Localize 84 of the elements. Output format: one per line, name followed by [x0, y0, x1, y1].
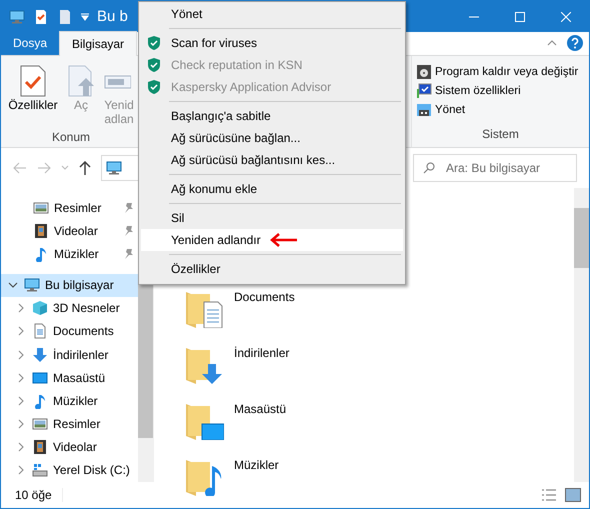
search-icon: [423, 162, 435, 174]
drive-icon: [32, 462, 48, 478]
music-note-icon: [33, 246, 49, 262]
menu-item[interactable]: Özellikler: [141, 258, 403, 280]
sidebar-item[interactable]: Bu bilgisayar: [1, 274, 138, 297]
disc-box-icon: [416, 64, 432, 80]
computer-icon: [24, 277, 40, 294]
sidebar-item[interactable]: Yerel Disk (C:): [1, 458, 138, 482]
clipboard-check-icon: [33, 8, 49, 24]
film-icon: [32, 439, 48, 456]
menu-item[interactable]: Başlangıç'a sabitle: [141, 105, 403, 127]
monitor-icon: [32, 370, 48, 386]
menu-item[interactable]: Yönet: [141, 3, 403, 25]
search-field[interactable]: Ara: Bu bilgisayar: [413, 154, 577, 182]
sidebar-item[interactable]: Resimler: [1, 412, 138, 436]
chevron-right-icon: [18, 326, 24, 336]
expand-toggle[interactable]: [7, 282, 19, 288]
pin-icon: [124, 224, 134, 237]
up-button[interactable]: [79, 161, 91, 175]
shield-check-icon: [146, 35, 162, 51]
music-note-icon: [32, 392, 48, 409]
monitor-check-icon: [416, 83, 432, 99]
recent-button[interactable]: [61, 165, 69, 171]
close-icon: [561, 12, 571, 22]
ribbon-button[interactable]: Sistem özellikleri: [416, 83, 585, 99]
document-icon: [57, 8, 73, 24]
menu-item[interactable]: Ağ sürücüsü bağlantısını kes...: [141, 149, 403, 171]
collapse-ribbon-icon[interactable]: [547, 40, 557, 46]
chevron-right-icon: [18, 372, 24, 383]
computer-tools-icon: [416, 102, 432, 118]
ribbon-button[interactable]: Yönet: [416, 102, 585, 118]
chevron-down-icon: [8, 282, 18, 288]
menu-item[interactable]: Yeniden adlandır: [141, 229, 403, 251]
folder-name[interactable]: Müzikler: [234, 456, 279, 496]
group-label: Konum: [50, 130, 92, 146]
sidebar-item[interactable]: Documents: [1, 320, 138, 344]
sidebar-item[interactable]: Videolar: [1, 219, 138, 242]
folder-name[interactable]: Masaüstü: [234, 400, 286, 440]
pin-icon: [124, 248, 134, 260]
help-icon[interactable]: [567, 35, 583, 51]
sidebar-item[interactable]: Resimler: [1, 196, 138, 220]
picture-icon: [33, 200, 49, 216]
chevron-right-icon: [18, 442, 24, 452]
back-button[interactable]: [13, 162, 27, 174]
sidebar-item[interactable]: Müzikler: [1, 389, 138, 413]
folder-name[interactable]: İndirilenler: [234, 344, 290, 384]
computer-icon: [106, 160, 122, 176]
sidebar-item[interactable]: 3D Nesneler: [1, 296, 138, 320]
picture-icon: [32, 416, 48, 432]
cube-icon: [32, 300, 48, 316]
ribbon-tab[interactable]: Dosya: [1, 31, 60, 55]
menu-item[interactable]: Ağ konumu ekle: [141, 178, 403, 200]
folder-name[interactable]: Documents: [234, 288, 295, 328]
sidebar-item[interactable]: Videolar: [1, 436, 138, 459]
large-icons-view-icon[interactable]: [565, 488, 581, 502]
maximize-icon: [515, 12, 525, 22]
sidebar-item[interactable]: Müzikler: [1, 242, 138, 266]
dropdown-icon[interactable]: [81, 12, 89, 20]
item-count: 10 öğe: [15, 488, 63, 502]
ribbon-button[interactable]: Program kaldır veya değiştir: [416, 64, 585, 80]
menu-item[interactable]: Sil: [141, 207, 403, 229]
film-icon: [33, 222, 49, 239]
ribbon-button[interactable]: Özellikler: [5, 60, 61, 130]
chevron-right-icon: [18, 396, 24, 406]
chevron-right-icon: [18, 303, 24, 314]
down-arrow-icon: [32, 346, 48, 363]
menu-item[interactable]: Ağ sürücüsüne bağlan...: [141, 127, 403, 149]
group-label: Sistem: [481, 127, 520, 143]
document-icon: [32, 323, 48, 340]
computer-icon: [9, 8, 25, 24]
forward-button[interactable]: [37, 162, 51, 174]
chevron-right-icon: [18, 419, 24, 430]
chevron-right-icon: [18, 350, 24, 360]
menu-item[interactable]: Scan for viruses: [141, 32, 403, 54]
shield-check-icon: [146, 79, 162, 95]
scrollbar[interactable]: [574, 188, 589, 482]
window-title: Bu b: [97, 8, 128, 25]
pin-icon: [124, 202, 134, 214]
shield-check-icon: [146, 57, 162, 73]
sidebar-item[interactable]: İndirilenler: [1, 343, 138, 366]
chevron-right-icon: [18, 465, 24, 476]
sidebar-item[interactable]: Masaüstü: [1, 366, 138, 390]
details-view-icon[interactable]: [541, 488, 557, 502]
ribbon-tab[interactable]: Bilgisayar: [59, 31, 138, 56]
